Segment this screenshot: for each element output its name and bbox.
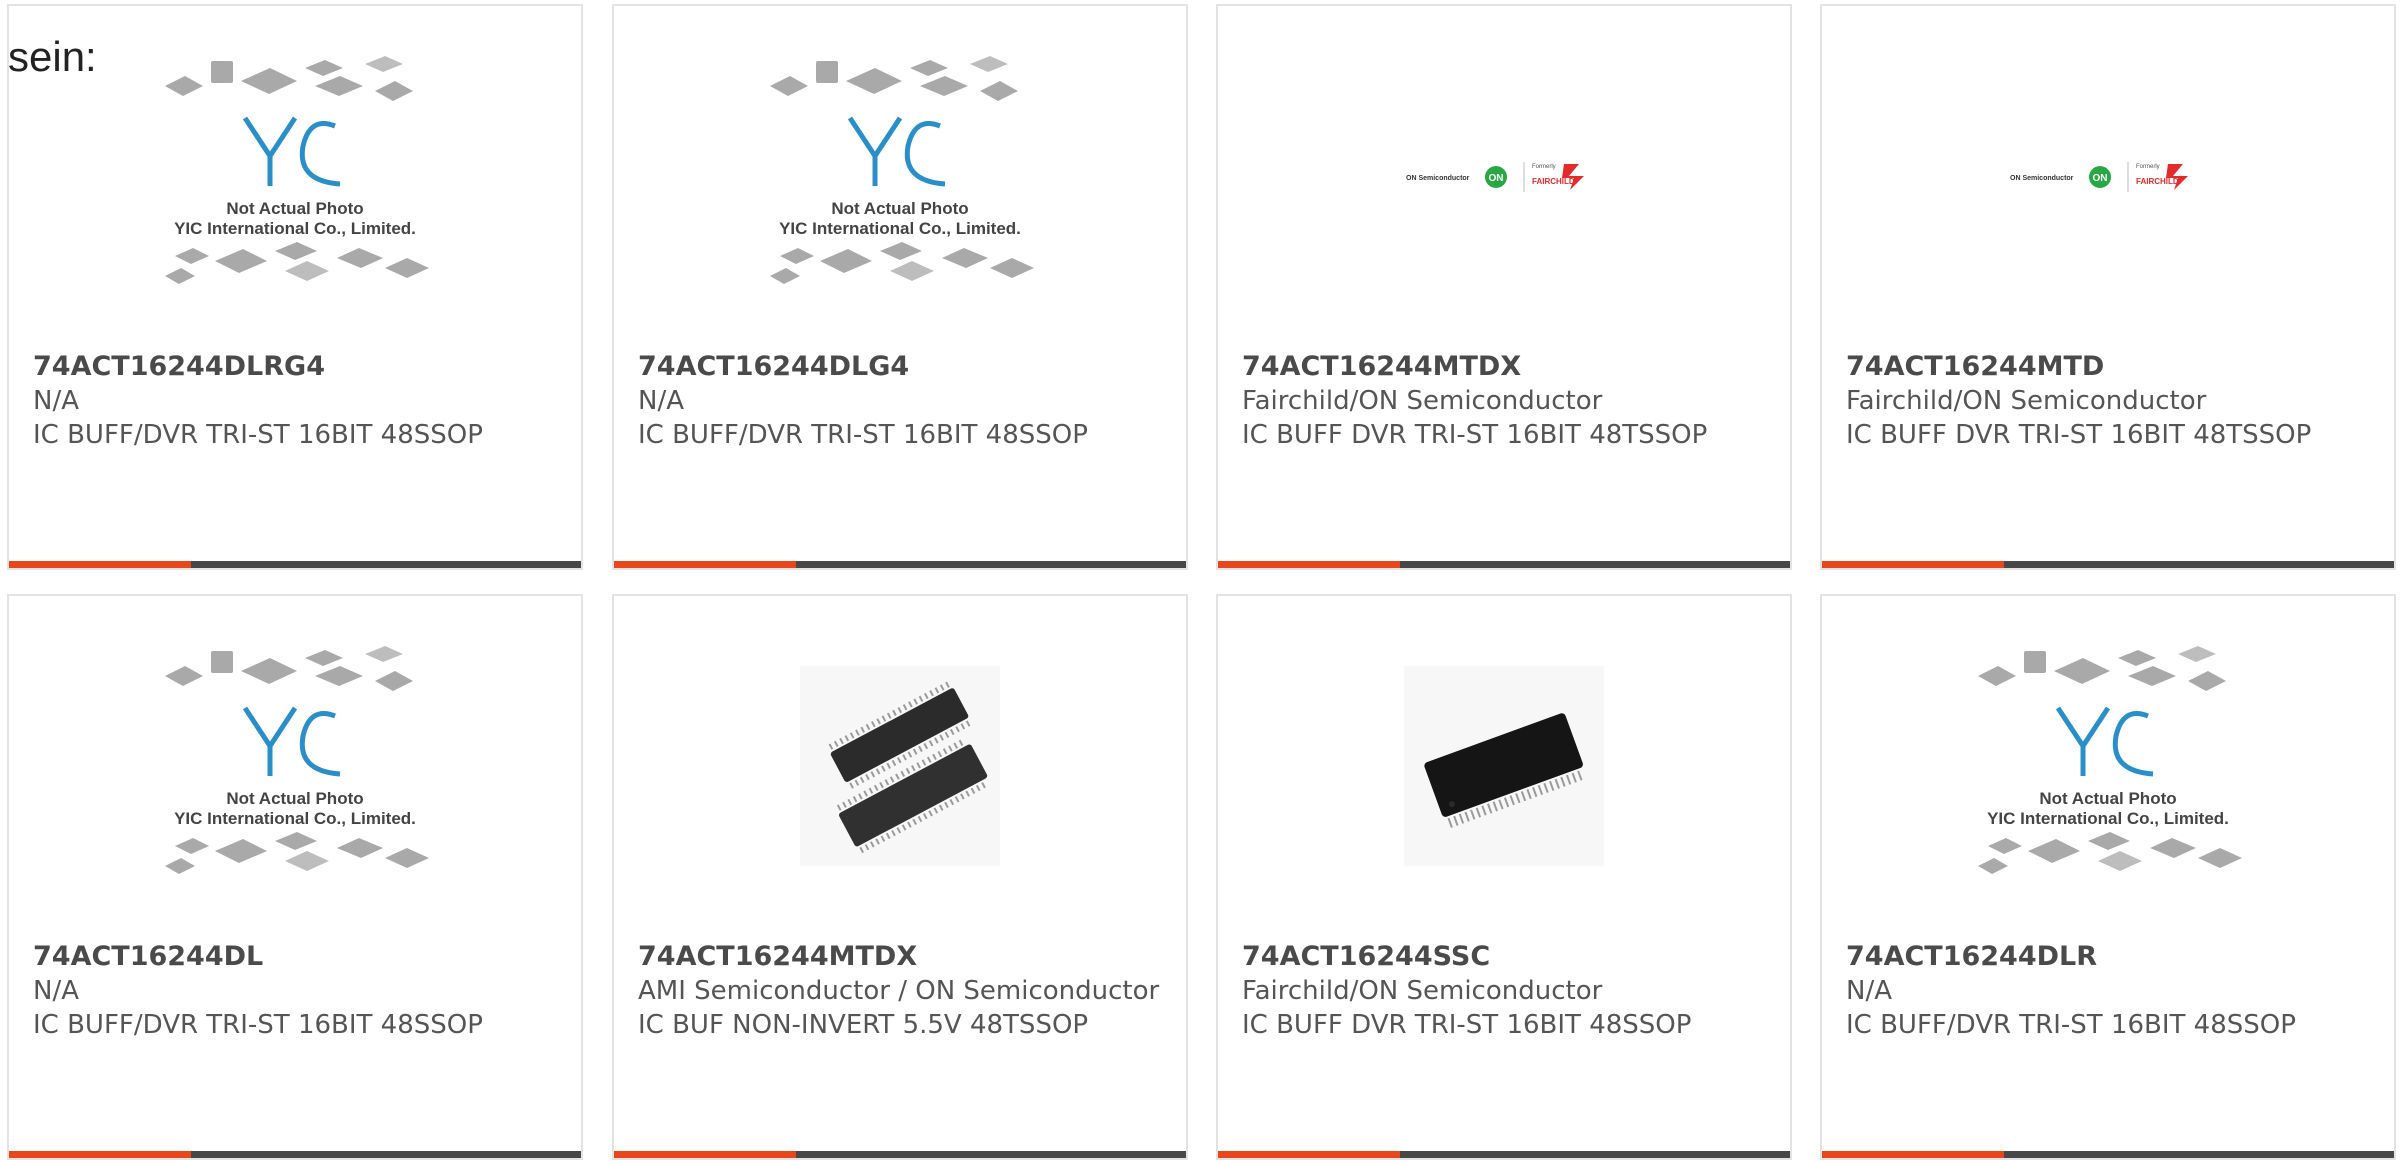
onsemi-logo-text: ON Semiconductor <box>1406 175 1470 182</box>
ssop-chip-photo <box>1404 666 1604 866</box>
part-number-link[interactable]: 74ACT16244DL <box>33 940 561 974</box>
card-footer-bar <box>614 561 1186 568</box>
card-accent-bar <box>1822 561 2004 568</box>
page-label: sein: <box>8 33 97 80</box>
on-logo-mark: ON <box>2093 173 2108 184</box>
card-accent-bar <box>614 1151 796 1158</box>
product-image[interactable]: ON Semiconductor ON Formerly FAIRCHILD. <box>1822 6 2394 346</box>
product-image[interactable]: Not Actual Photo YIC International Co., … <box>9 596 581 936</box>
fairchild-logo-text: FAIRCHILD. <box>2136 177 2181 186</box>
description: IC BUFF DVR TRI-ST 16BIT 48SSOP <box>1242 1010 1692 1040</box>
yic-placeholder-image: Not Actual Photo YIC International Co., … <box>1978 646 2242 874</box>
onsemi-logo-text: ON Semiconductor <box>2010 175 2074 182</box>
card-accent-bar <box>1822 1151 2004 1158</box>
product-card[interactable]: ON Semiconductor ON Formerly FAIRCHILD. … <box>1820 4 2396 570</box>
manufacturer: N/A <box>638 386 684 416</box>
card-footer-bar <box>1822 1151 2394 1158</box>
part-number-link[interactable]: 74ACT16244DLRG4 <box>33 350 561 384</box>
description: IC BUFF/DVR TRI-ST 16BIT 48SSOP <box>1846 1010 2296 1040</box>
card-accent-bar <box>9 1151 191 1158</box>
description: IC BUFF/DVR TRI-ST 16BIT 48SSOP <box>638 420 1088 450</box>
placeholder-line1: Not Actual Photo <box>831 199 968 218</box>
card-accent-bar <box>1218 1151 1400 1158</box>
product-card[interactable]: 74ACT16244MTDX AMI Semiconductor / ON Se… <box>612 594 1188 1160</box>
product-card[interactable]: Not Actual Photo YIC International Co., … <box>612 4 1188 570</box>
part-number-link[interactable]: 74ACT16244MTD <box>1846 350 2374 384</box>
onsemi-fairchild-logo-image: ON Semiconductor ON Formerly FAIRCHILD. <box>2010 162 2188 192</box>
manufacturer: Fairchild/ON Semiconductor <box>1846 386 2207 416</box>
description: IC BUFF DVR TRI-ST 16BIT 48TSSOP <box>1242 420 1708 450</box>
placeholder-line2: YIC International Co., Limited. <box>174 809 416 828</box>
description: IC BUFF/DVR TRI-ST 16BIT 48SSOP <box>33 420 483 450</box>
tssop-chip-photo <box>800 666 1000 866</box>
card-footer-bar <box>1822 561 2394 568</box>
card-accent-bar <box>614 561 796 568</box>
card-footer-bar <box>9 1151 581 1158</box>
description: IC BUF NON-INVERT 5.5V 48TSSOP <box>638 1010 1089 1040</box>
description: IC BUFF DVR TRI-ST 16BIT 48TSSOP <box>1846 420 2312 450</box>
product-card[interactable]: Not Actual Photo YIC International Co., … <box>1820 594 2396 1160</box>
yic-placeholder-image: Not Actual Photo YIC International Co., … <box>165 646 429 874</box>
yic-placeholder-image: Not Actual Photo YIC International Co., … <box>165 56 429 284</box>
formerly-text: Formerly <box>1532 164 1556 170</box>
manufacturer: Fairchild/ON Semiconductor <box>1242 976 1603 1006</box>
product-card[interactable]: Not Actual Photo YIC International Co., … <box>7 594 583 1160</box>
part-number-link[interactable]: 74ACT16244MTDX <box>638 940 1166 974</box>
product-card[interactable]: ON Semiconductor ON Formerly FAIRCHILD. … <box>1216 4 1792 570</box>
product-image[interactable]: ON Semiconductor ON Formerly FAIRCHILD. <box>1218 6 1790 346</box>
card-footer-bar <box>1218 1151 1790 1158</box>
card-accent-bar <box>9 561 191 568</box>
formerly-text: Formerly <box>2136 164 2160 170</box>
product-image[interactable] <box>614 596 1186 936</box>
part-number-link[interactable]: 74ACT16244DLG4 <box>638 350 1166 384</box>
product-card[interactable]: 74ACT16244SSC Fairchild/ON Semiconductor… <box>1216 594 1792 1160</box>
yic-placeholder-image: Not Actual Photo YIC International Co., … <box>770 56 1034 284</box>
placeholder-line1: Not Actual Photo <box>226 199 363 218</box>
manufacturer: N/A <box>33 386 79 416</box>
placeholder-line2: YIC International Co., Limited. <box>1987 809 2229 828</box>
manufacturer: N/A <box>1846 976 1892 1006</box>
onsemi-fairchild-logo-image: ON Semiconductor ON Formerly FAIRCHILD. <box>1406 162 1584 192</box>
card-footer-bar <box>9 561 581 568</box>
placeholder-line1: Not Actual Photo <box>226 789 363 808</box>
placeholder-line1: Not Actual Photo <box>2039 789 2176 808</box>
manufacturer: AMI Semiconductor / ON Semiconductor <box>638 976 1160 1006</box>
manufacturer: N/A <box>33 976 79 1006</box>
placeholder-line2: YIC International Co., Limited. <box>174 219 416 238</box>
part-number-link[interactable]: 74ACT16244DLR <box>1846 940 2374 974</box>
part-number-link[interactable]: 74ACT16244MTDX <box>1242 350 1770 384</box>
description: IC BUFF/DVR TRI-ST 16BIT 48SSOP <box>33 1010 483 1040</box>
part-number-link[interactable]: 74ACT16244SSC <box>1242 940 1770 974</box>
on-logo-mark: ON <box>1489 173 1504 184</box>
manufacturer: Fairchild/ON Semiconductor <box>1242 386 1603 416</box>
product-image[interactable]: Not Actual Photo YIC International Co., … <box>614 6 1186 346</box>
card-accent-bar <box>1218 561 1400 568</box>
fairchild-logo-text: FAIRCHILD. <box>1532 177 1577 186</box>
product-image[interactable]: Not Actual Photo YIC International Co., … <box>1822 596 2394 936</box>
card-footer-bar <box>1218 561 1790 568</box>
placeholder-line2: YIC International Co., Limited. <box>779 219 1021 238</box>
product-card[interactable]: Not Actual Photo YIC International Co., … <box>7 4 583 570</box>
card-footer-bar <box>614 1151 1186 1158</box>
product-image[interactable] <box>1218 596 1790 936</box>
product-grid: Not Actual Photo YIC International Co., … <box>0 0 2400 1161</box>
